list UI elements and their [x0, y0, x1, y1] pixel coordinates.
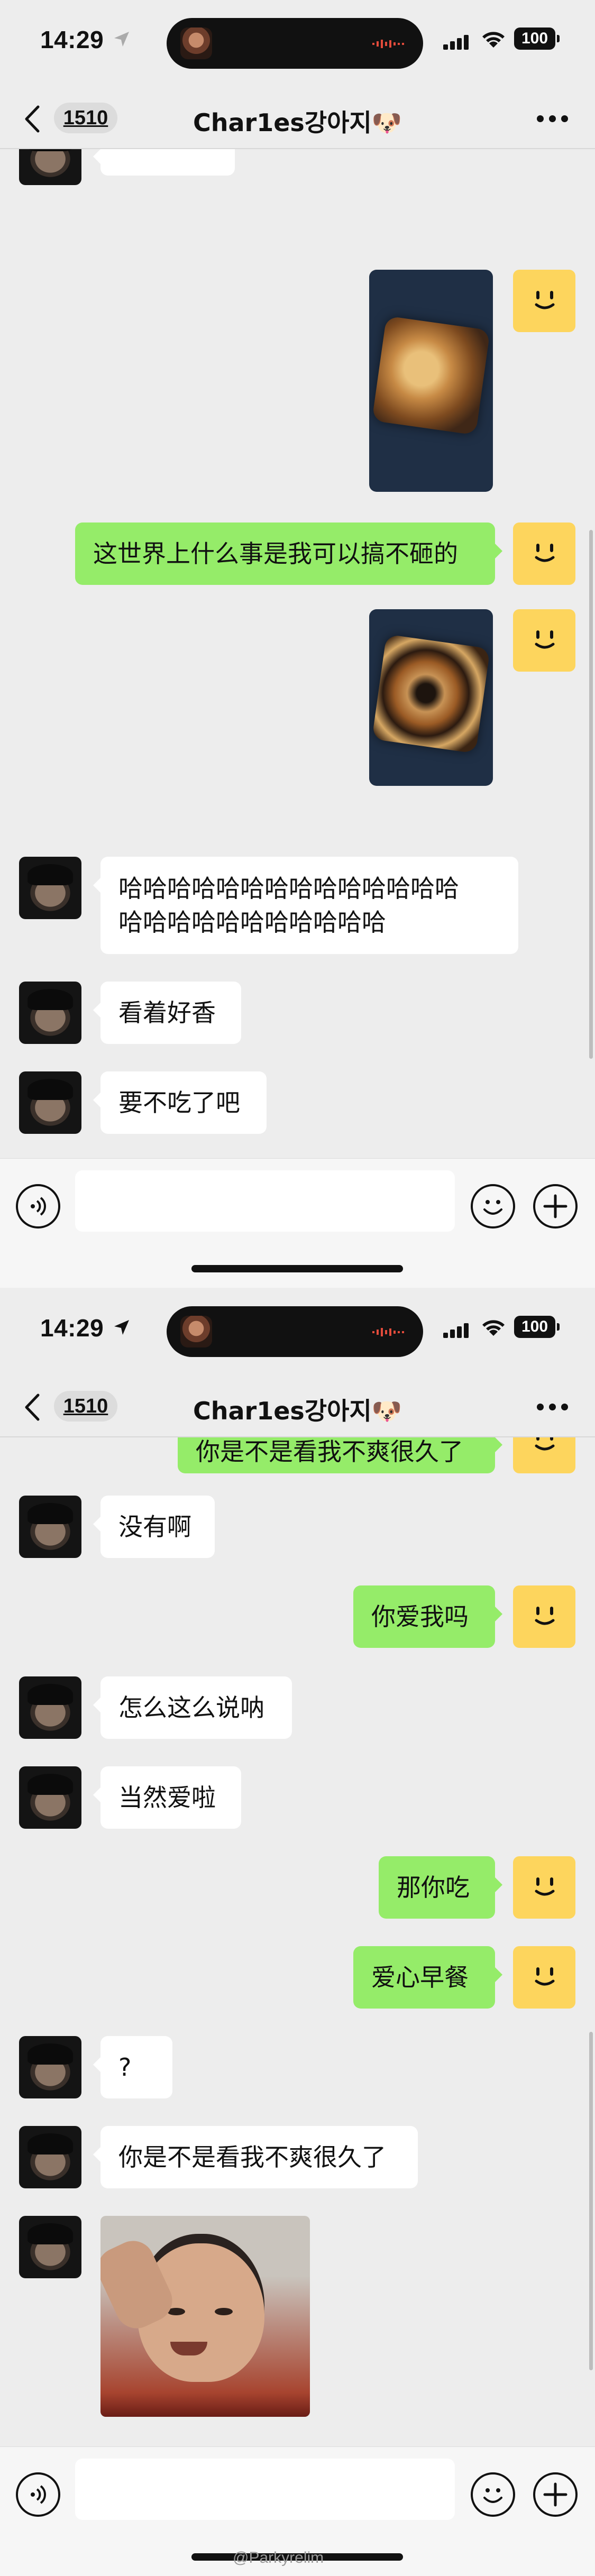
chat-title: Char1es강아지🐶: [193, 1397, 402, 1425]
status-time: 14:29: [40, 26, 104, 53]
my-avatar[interactable]: [513, 522, 575, 585]
smile-face-icon: [535, 1607, 555, 1625]
emoji-icon[interactable]: [471, 1184, 515, 1229]
plus-icon[interactable]: [533, 1184, 578, 1229]
my-avatar[interactable]: [513, 1437, 575, 1473]
status-bar: 14:29 100: [0, 0, 595, 85]
now-playing-thumbnail: [180, 1316, 212, 1347]
status-time: 14:29: [40, 1314, 104, 1342]
contact-avatar[interactable]: [19, 982, 81, 1044]
smile-face-icon: [535, 1437, 555, 1451]
contact-message-bubble[interactable]: 没有啊: [93, 1496, 215, 1558]
home-indicator: [191, 1265, 403, 1272]
chat-screenshot-1: 14:29 100 1510 Char1es강아지🐶 这世界上什么事是我可以搞不…: [0, 0, 595, 1288]
smile-face-icon: [535, 1967, 555, 1986]
watermark: @Parkyrelim: [233, 2549, 324, 2566]
audio-wave-icon: [372, 40, 404, 48]
message-list[interactable]: 这世界上什么事是我可以搞不砸的 哈哈哈哈哈哈哈哈哈哈哈哈哈哈 哈哈哈哈哈哈哈哈哈…: [0, 149, 595, 1158]
contact-avatar[interactable]: [19, 1676, 81, 1739]
smile-face-icon: [535, 291, 555, 309]
wifi-icon: [482, 1320, 505, 1336]
smile-face-icon: [535, 544, 555, 562]
signal-icon: [443, 34, 470, 50]
contact-message-bubble[interactable]: 当然爱啦: [93, 1766, 241, 1829]
message-input[interactable]: [75, 1170, 455, 1232]
contact-message-bubble[interactable]: 哈哈哈哈哈哈哈哈哈哈哈哈哈哈 哈哈哈哈哈哈哈哈哈哈哈: [93, 857, 518, 954]
message-list[interactable]: 你是不是看我不爽很久了 没有啊 你爱我吗 怎么这么说呐 当然爱啦 那你吃 爱心早…: [0, 1437, 595, 2446]
my-avatar[interactable]: [513, 1856, 575, 1919]
contact-avatar[interactable]: [19, 1496, 81, 1558]
contact-avatar[interactable]: [19, 2216, 81, 2278]
contact-avatar[interactable]: [19, 149, 81, 185]
contact-avatar[interactable]: [19, 2126, 81, 2188]
contact-avatar[interactable]: [19, 1766, 81, 1829]
my-message-bubble[interactable]: 爱心早餐: [353, 1946, 502, 2009]
wifi-icon: [482, 32, 505, 48]
chat-title: Char1es강아지🐶: [193, 108, 402, 137]
partial-message-bubble[interactable]: [93, 149, 235, 176]
battery-icon: 100: [514, 1316, 560, 1338]
my-avatar[interactable]: [513, 1946, 575, 2009]
contact-message-bubble[interactable]: 你是不是看我不爽很久了: [93, 2126, 418, 2188]
my-avatar[interactable]: [513, 1585, 575, 1648]
battery-icon: 100: [514, 27, 560, 50]
burnt-toast-photo-message[interactable]: [369, 609, 493, 786]
voice-icon[interactable]: [16, 2472, 60, 2517]
scrollbar[interactable]: [589, 530, 593, 1059]
audio-wave-icon: [372, 1328, 404, 1336]
contact-avatar[interactable]: [19, 1071, 81, 1134]
message-input[interactable]: [75, 2459, 455, 2520]
voice-icon[interactable]: [16, 1184, 60, 1229]
my-message-bubble[interactable]: 你是不是看我不爽很久了: [178, 1437, 502, 1473]
more-dots-icon[interactable]: [537, 115, 569, 123]
contact-message-bubble[interactable]: 看着好香: [93, 982, 241, 1044]
my-message-bubble[interactable]: 你爱我吗: [353, 1585, 502, 1648]
my-message-bubble[interactable]: 那你吃: [379, 1856, 502, 1919]
location-arrow-icon: [114, 1320, 129, 1335]
contact-message-bubble[interactable]: 怎么这么说呐: [93, 1676, 292, 1739]
meme-sticker-message[interactable]: [100, 2216, 310, 2417]
dynamic-island: [167, 18, 423, 69]
scrollbar[interactable]: [589, 2032, 593, 2370]
smile-face-icon: [535, 1877, 555, 1896]
more-dots-icon[interactable]: [537, 1404, 569, 1411]
dynamic-island: [167, 1306, 423, 1357]
contact-avatar[interactable]: [19, 2036, 81, 2098]
status-bar: 14:29 100: [0, 1288, 595, 1373]
chat-screenshot-2: 14:29 100 1510 Char1es강아지🐶 你是不是看我不爽很久了 没…: [0, 1288, 595, 2576]
contact-avatar[interactable]: [19, 857, 81, 919]
contact-message-bubble[interactable]: 要不吃了吧: [93, 1071, 267, 1134]
location-arrow-icon: [114, 32, 129, 47]
my-avatar[interactable]: [513, 609, 575, 672]
my-message-bubble[interactable]: 这世界上什么事是我可以搞不砸的: [75, 522, 502, 585]
signal-icon: [443, 1322, 470, 1338]
chat-header: 1510 Char1es강아지🐶: [0, 90, 595, 149]
smile-face-icon: [535, 630, 555, 649]
contact-message-bubble[interactable]: ?: [93, 2036, 172, 2098]
now-playing-thumbnail: [180, 27, 212, 59]
toast-photo-message[interactable]: [369, 270, 493, 492]
my-avatar[interactable]: [513, 270, 575, 332]
emoji-icon[interactable]: [471, 2472, 515, 2517]
plus-icon[interactable]: [533, 2472, 578, 2517]
chat-header: 1510 Char1es강아지🐶: [0, 1378, 595, 1437]
input-bar: [0, 1158, 595, 1288]
